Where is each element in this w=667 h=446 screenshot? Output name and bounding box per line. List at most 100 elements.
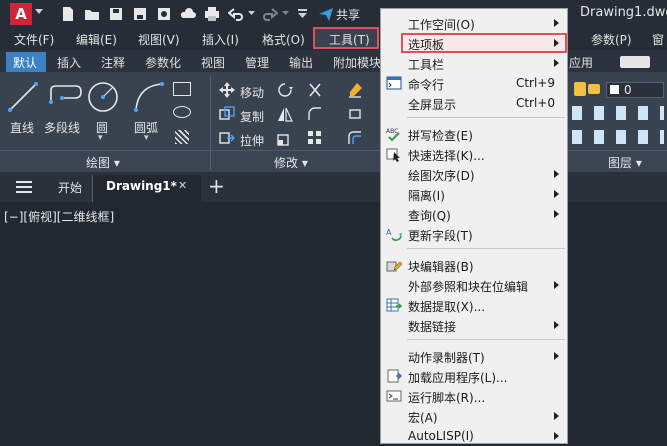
redo-icon[interactable] (262, 6, 278, 22)
polyline-tool-label[interactable]: 多段线 (44, 119, 80, 136)
menu-item-macro[interactable]: 宏(A) (381, 406, 567, 426)
submenu-arrow-icon (554, 412, 559, 420)
modify-panel-title[interactable]: 修改 ▾ (274, 154, 308, 171)
menu-item-command-line[interactable]: 命令行 Ctrl+9 (381, 73, 567, 93)
copy-tool-label[interactable]: 复制 (240, 108, 264, 125)
menu-file[interactable]: 文件(F) (14, 31, 54, 48)
tab-apps[interactable]: 应用 (569, 54, 593, 71)
menu-item-palettes[interactable]: 选项板 (381, 33, 567, 53)
menu-item-update-fields[interactable]: A 更新字段(T) (381, 224, 567, 244)
array-tool-icon[interactable] (307, 130, 323, 146)
tab-annotate[interactable]: 注释 (101, 54, 125, 71)
move-tool-label[interactable]: 移动 (240, 84, 264, 101)
new-file-icon[interactable] (60, 6, 76, 22)
svg-text:A: A (386, 228, 392, 237)
undo-icon[interactable] (228, 6, 244, 22)
run-script-icon (386, 388, 402, 404)
trim-tool-icon[interactable] (307, 82, 323, 98)
rotate-tool-icon[interactable] (277, 82, 293, 98)
tab-parametric[interactable]: 参数化 (145, 54, 181, 71)
app-logo[interactable]: A (10, 3, 32, 25)
menu-item-clean-screen[interactable]: 全屏显示 Ctrl+0 (381, 93, 567, 113)
save-to-web-icon[interactable] (156, 6, 172, 22)
menu-item-action-recorder[interactable]: 动作录制器(T) (381, 346, 567, 366)
polyline-tool-icon[interactable] (48, 82, 84, 112)
explode-tool-icon[interactable] (347, 106, 363, 122)
ellipse-tool-icon[interactable] (173, 106, 191, 118)
menu-item-spell-check[interactable]: ABC 拼写检查(E) (381, 124, 567, 144)
open-folder-icon[interactable] (84, 6, 100, 22)
tab-addins[interactable]: 附加模块 (333, 54, 381, 71)
line-tool-label[interactable]: 直线 (10, 119, 34, 136)
app-menu-caret-icon[interactable] (35, 9, 43, 14)
tab-output[interactable]: 输出 (289, 54, 313, 71)
ribbon-toggle-icon[interactable] (620, 56, 650, 68)
undo-dropdown-icon[interactable] (248, 9, 256, 25)
stretch-tool-icon[interactable] (219, 130, 235, 146)
line-tool-icon[interactable] (6, 80, 40, 114)
tools-dropdown-menu: 工作空间(O) 选项板 工具栏 命令行 Ctrl+9 全屏显示 Ctrl+0 A… (380, 8, 568, 444)
draw-panel-title[interactable]: 绘图 ▾ (86, 154, 120, 171)
menu-item-data-links[interactable]: 数据链接 (381, 315, 567, 335)
layer-lock-icon[interactable] (588, 84, 600, 94)
layer-tools-row2-icons[interactable] (572, 130, 664, 144)
menu-tools[interactable]: 工具(T) (329, 31, 370, 48)
redo-dropdown-icon[interactable] (282, 9, 290, 25)
share-label[interactable]: 共享 (336, 6, 360, 23)
menu-item-run-script[interactable]: 运行脚本(R)... (381, 386, 567, 406)
tab-manage[interactable]: 管理 (245, 54, 269, 71)
menu-item-xref-inplace-edit[interactable]: 外部参照和块在位编辑 (381, 275, 567, 295)
menu-item-workspaces[interactable]: 工作空间(O) (381, 13, 567, 33)
menu-edit[interactable]: 编辑(E) (76, 31, 117, 48)
menu-window[interactable]: 窗 (652, 31, 664, 48)
arc-dropdown-icon[interactable]: ▾ (144, 133, 149, 143)
menu-insert[interactable]: 插入(I) (202, 31, 239, 48)
add-tab-icon[interactable]: + (208, 174, 225, 198)
menu-view[interactable]: 视图(V) (138, 31, 180, 48)
layers-panel-title[interactable]: 图层 ▾ (608, 154, 642, 171)
cloud-icon[interactable] (180, 6, 196, 22)
menu-item-data-extraction[interactable]: 数据提取(X)... (381, 295, 567, 315)
tab-insert[interactable]: 插入 (57, 54, 81, 71)
erase-tool-icon[interactable] (347, 82, 363, 98)
panel-separator (210, 76, 211, 170)
stretch-tool-label[interactable]: 拉伸 (240, 132, 264, 149)
scale-tool-icon[interactable] (277, 130, 293, 146)
move-tool-icon[interactable] (219, 82, 235, 98)
menu-item-isolate[interactable]: 隔离(I) (381, 184, 567, 204)
fillet-tool-icon[interactable] (307, 106, 323, 122)
menu-item-load-application[interactable]: 加载应用程序(L)... (381, 366, 567, 386)
share-icon[interactable] (318, 6, 334, 22)
menu-item-toolbars[interactable]: 工具栏 (381, 53, 567, 73)
mirror-tool-icon[interactable] (277, 106, 293, 122)
hamburger-menu-icon[interactable] (16, 181, 32, 193)
arc-tool-icon[interactable] (132, 80, 166, 114)
layer-name-value[interactable]: 0 (624, 83, 632, 97)
close-tab-icon[interactable]: ✕ (178, 179, 187, 192)
offset-tool-icon[interactable] (347, 130, 363, 146)
save-as-icon[interactable] (132, 6, 148, 22)
customize-quick-access-icon[interactable] (298, 9, 308, 25)
circle-dropdown-icon[interactable]: ▾ (98, 133, 103, 143)
layer-tools-row1-icons[interactable] (572, 106, 664, 120)
block-editor-icon (386, 257, 403, 273)
circle-tool-icon[interactable] (86, 80, 120, 114)
hatch-tool-icon[interactable] (175, 130, 189, 144)
tab-view[interactable]: 视图 (201, 54, 225, 71)
print-icon[interactable] (204, 6, 220, 22)
menu-item-draw-order[interactable]: 绘图次序(D) (381, 164, 567, 184)
tab-default[interactable]: 默认 (13, 54, 37, 71)
menu-format[interactable]: 格式(O) (262, 31, 305, 48)
menu-item-autolisp[interactable]: AutoLISP(I) (381, 426, 567, 446)
rectangle-tool-icon[interactable] (173, 82, 191, 96)
viewport-controls-label[interactable]: [−][俯视][二维线框] (4, 208, 114, 225)
menu-item-inquiry[interactable]: 查询(Q) (381, 204, 567, 224)
menu-item-block-editor[interactable]: 块编辑器(B) (381, 255, 567, 275)
save-icon[interactable] (108, 6, 124, 22)
layer-bulb-icon[interactable] (574, 82, 586, 96)
copy-tool-icon[interactable] (219, 106, 235, 122)
tab-start[interactable]: 开始 (58, 179, 82, 196)
menu-parametric[interactable]: 参数(P) (591, 31, 632, 48)
menu-item-quick-select[interactable]: 快速选择(K)... (381, 144, 567, 164)
drawing-tab-label[interactable]: Drawing1* (106, 179, 177, 193)
